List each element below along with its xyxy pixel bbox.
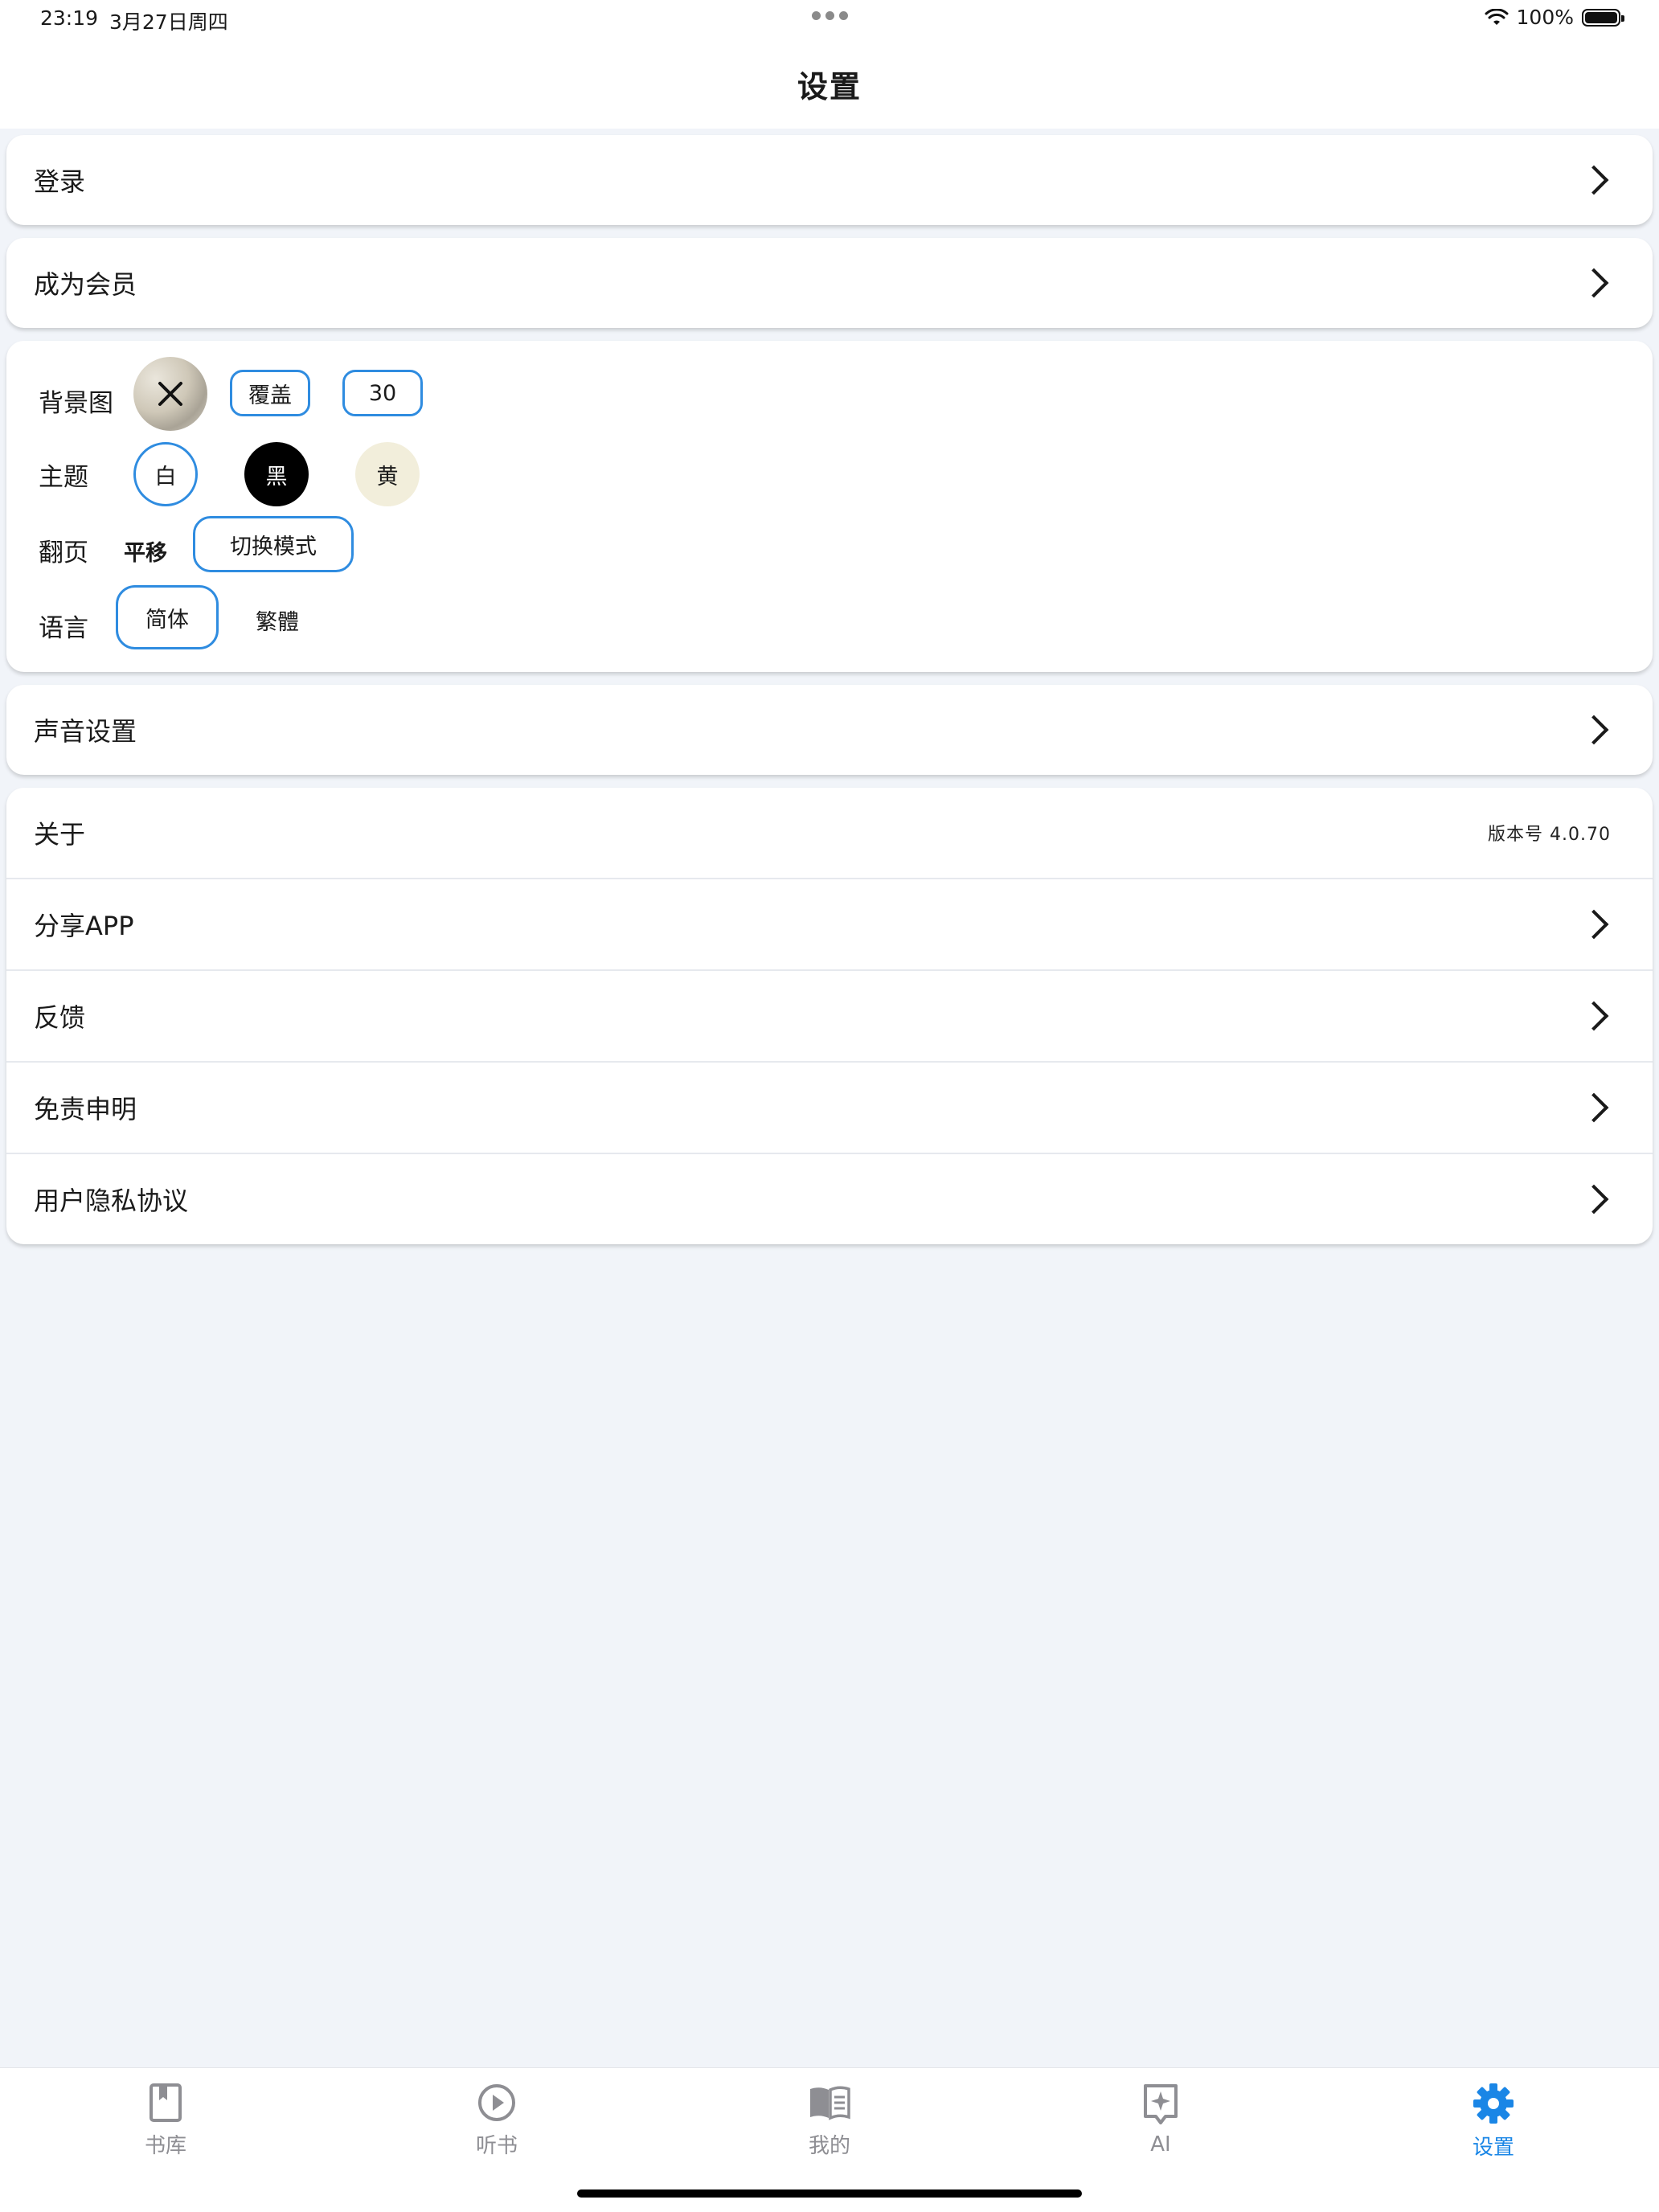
background-label: 背景图 [39,388,113,418]
about-label: 关于 [34,819,86,850]
status-time: 23:19 [40,6,99,30]
tab-settings-label: 设置 [1472,2136,1514,2160]
tab-library[interactable]: 书库 [109,2083,222,2159]
tab-listen-label: 听书 [475,2134,518,2158]
background-mode-button[interactable]: 覆盖 [230,370,310,416]
about-row[interactable]: 关于 版本号 4.0.70 [6,788,1653,878]
theme-black-option[interactable]: 黑 [244,442,309,506]
switch-mode-button[interactable]: 切换模式 [193,516,354,572]
language-label: 语言 [39,613,88,643]
login-row[interactable]: 登录 [6,135,1653,225]
chevron-right-icon [1579,268,1609,298]
chevron-right-icon [1579,909,1609,940]
language-traditional-option[interactable]: 繁體 [256,604,299,636]
nav-header: 设置 [0,39,1659,129]
disclaimer-label: 免责申明 [34,1094,137,1124]
tab-ai[interactable]: AI [1104,2083,1217,2157]
chevron-right-icon [1579,715,1609,745]
login-card[interactable]: 登录 [6,135,1653,225]
gear-icon [1473,2083,1514,2124]
battery-icon [1582,8,1624,27]
disclaimer-row[interactable]: 免责申明 [6,1063,1653,1153]
share-app-label: 分享APP [34,911,134,941]
background-opacity-button[interactable]: 30 [342,370,423,416]
background-image-thumbnail[interactable] [133,357,207,431]
ai-sparkle-icon [1144,2084,1178,2124]
tab-ai-label: AI [1150,2132,1171,2157]
membership-label: 成为会员 [34,269,137,300]
open-book-icon [810,2086,850,2120]
sound-settings-label: 声音设置 [34,716,137,747]
chevron-right-icon [1579,1092,1609,1123]
theme-yellow-option[interactable]: 黄 [355,442,420,506]
tab-library-label: 书库 [144,2134,186,2158]
share-app-row[interactable]: 分享APP [6,879,1653,969]
theme-white-option[interactable]: 白 [133,442,198,506]
close-icon[interactable] [156,379,185,408]
page-turn-row: 翻页 [39,526,88,574]
tab-mine[interactable]: 我的 [773,2083,886,2159]
background-row: 背景图 [39,376,113,424]
chevron-right-icon [1579,1001,1609,1031]
about-group-card: 关于 版本号 4.0.70 分享APP 反馈 免责申明 用户隐私协议 [6,788,1653,1244]
tab-listen[interactable]: 听书 [440,2083,553,2159]
reading-settings-card: 背景图 覆盖 30 主题 白 黑 黄 翻页 平移 切换模式 语言 简体 繁體 [6,341,1653,672]
bookmark-book-icon [150,2083,182,2122]
theme-row: 主题 [39,450,88,498]
tab-settings[interactable]: 设置 [1437,2083,1550,2161]
sound-settings-card[interactable]: 声音设置 [6,685,1653,775]
tab-mine-label: 我的 [808,2134,850,2158]
multitask-dots-icon[interactable] [812,11,848,20]
theme-label: 主题 [39,462,88,492]
sound-settings-row[interactable]: 声音设置 [6,685,1653,775]
language-simplified-option[interactable]: 简体 [116,585,219,649]
page-turn-label: 翻页 [39,538,88,567]
login-label: 登录 [34,166,86,197]
language-row: 语言 [39,601,88,649]
version-number: 版本号 4.0.70 [1488,825,1611,845]
membership-card[interactable]: 成为会员 [6,238,1653,328]
status-bar: 23:19 3月27日周四 100% [0,0,1659,39]
status-date: 3月27日周四 [109,10,228,34]
wifi-icon [1485,8,1509,25]
page-turn-current: 平移 [124,541,167,566]
chevron-right-icon [1579,1184,1609,1215]
feedback-label: 反馈 [34,1002,86,1033]
battery-percent: 100% [1516,6,1574,29]
page-title: 设置 [797,68,862,104]
play-circle-icon [478,2084,515,2121]
privacy-row[interactable]: 用户隐私协议 [6,1154,1653,1244]
chevron-right-icon [1579,165,1609,195]
privacy-label: 用户隐私协议 [34,1186,189,1216]
feedback-row[interactable]: 反馈 [6,971,1653,1061]
membership-row[interactable]: 成为会员 [6,238,1653,328]
home-indicator[interactable] [577,2189,1082,2198]
